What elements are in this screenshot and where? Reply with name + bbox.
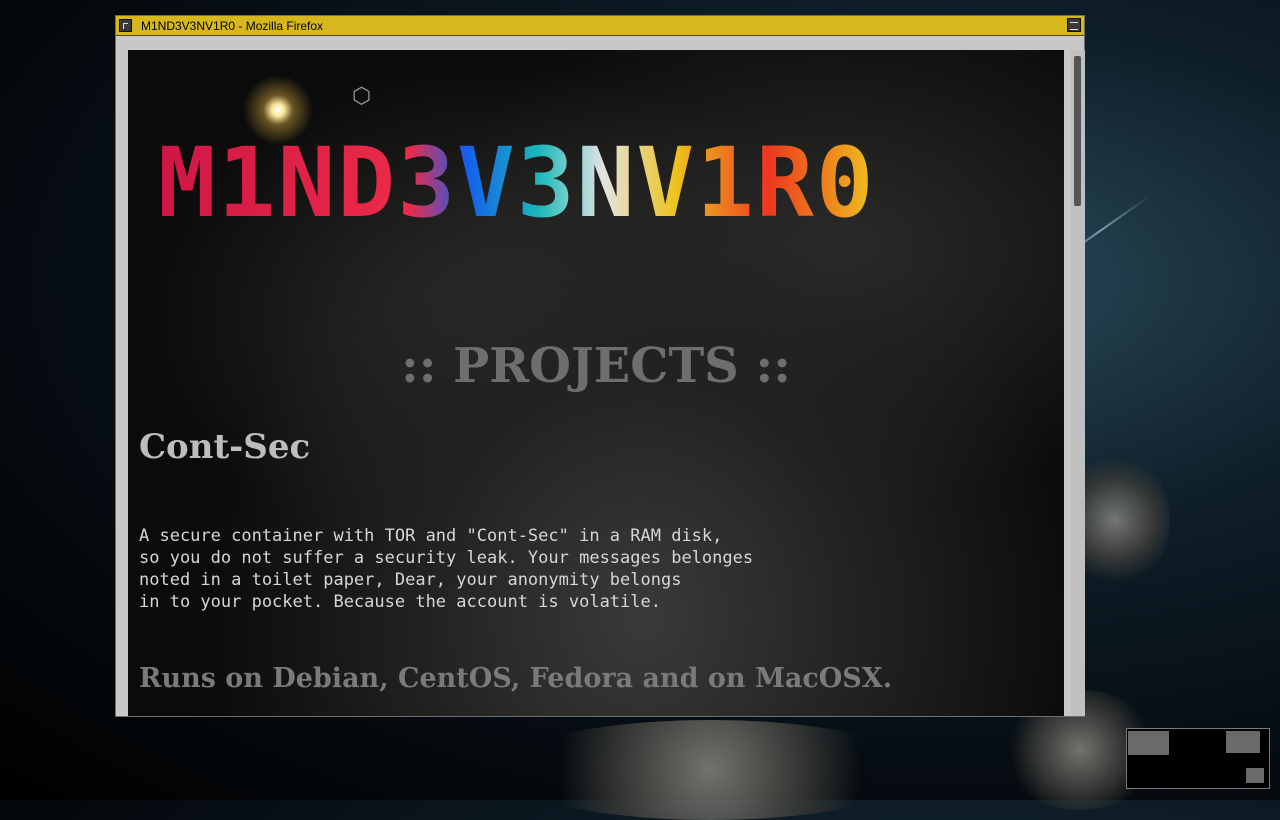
description-line: noted in a toilet paper, Dear, your anon… <box>139 570 682 590</box>
pager-window-thumb[interactable] <box>1128 731 1169 755</box>
hexagon-icon: ⬡ <box>352 84 372 109</box>
window-menu-icon[interactable] <box>119 19 132 32</box>
desktop-wallpaper-cloud <box>500 720 920 820</box>
project-description: A secure container with TOR and "Cont-Se… <box>139 525 753 613</box>
pager-window-thumb[interactable] <box>1226 731 1260 753</box>
description-line: in to your pocket. Because the account i… <box>139 592 661 612</box>
project-title: Cont-Sec <box>139 427 311 467</box>
workspace-pager[interactable] <box>1126 728 1270 789</box>
maximize-icon[interactable] <box>1067 18 1081 32</box>
pager-window-thumb[interactable] <box>1246 768 1264 783</box>
section-heading: :: PROJECTS :: <box>401 338 791 394</box>
platforms-text: Runs on Debian, CentOS, Fedora and on Ma… <box>139 663 893 694</box>
scrollbar-thumb[interactable] <box>1074 56 1081 206</box>
site-logo: M1ND3V3NV1R0 <box>158 127 876 239</box>
page-content: ⬡ M1ND3V3NV1R0 :: PROJECTS :: Cont-Sec A… <box>128 50 1064 716</box>
window-titlebar[interactable]: M1ND3V3NV1R0 - Mozilla Firefox <box>116 16 1084 36</box>
description-line: so you do not suffer a security leak. Yo… <box>139 548 754 568</box>
browser-window: M1ND3V3NV1R0 - Mozilla Firefox ⬡ M1ND3V3… <box>115 15 1085 717</box>
vertical-scrollbar[interactable] <box>1071 50 1085 716</box>
description-line: A secure container with TOR and "Cont-Se… <box>139 526 723 546</box>
window-title: M1ND3V3NV1R0 - Mozilla Firefox <box>141 19 324 33</box>
